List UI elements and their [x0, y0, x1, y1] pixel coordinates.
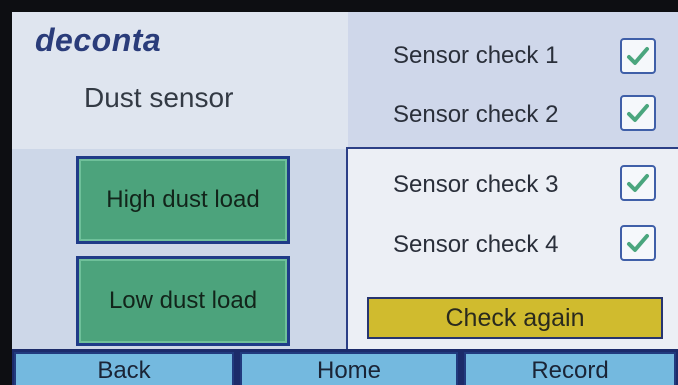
page-title: Dust sensor [84, 82, 234, 113]
check-again-button[interactable]: Check again [367, 297, 663, 339]
check-icon [627, 104, 649, 122]
sensor-check-3-checkbox[interactable] [620, 165, 656, 201]
back-button[interactable]: Back [14, 352, 234, 385]
low-dust-load-button[interactable]: Low dust load [76, 256, 290, 346]
touch-screen: deconta Dust sensor High dust load Low d… [12, 12, 678, 385]
check-icon [627, 234, 649, 252]
home-button[interactable]: Home [240, 352, 458, 385]
sensor-check-4-checkbox[interactable] [620, 225, 656, 261]
sensor-check-1-checkbox[interactable] [620, 38, 656, 74]
brand-logo: deconta [35, 22, 162, 58]
bottom-nav-bar: Back Home Record [12, 349, 678, 385]
sensor-check-2-checkbox[interactable] [620, 95, 656, 131]
high-dust-load-button[interactable]: High dust load [76, 156, 290, 244]
sensor-check-panel-top: Sensor check 1 Sensor check 2 [348, 12, 678, 149]
sensor-check-4-label: Sensor check 4 [393, 231, 559, 258]
check-icon [627, 174, 649, 192]
device-bezel: deconta Dust sensor High dust load Low d… [0, 0, 678, 385]
sensor-check-2-label: Sensor check 2 [393, 101, 559, 128]
sensor-check-1-label: Sensor check 1 [393, 42, 559, 69]
header-panel: deconta Dust sensor [12, 12, 348, 149]
record-button[interactable]: Record [464, 352, 676, 385]
sensor-check-3-label: Sensor check 3 [393, 171, 559, 198]
check-icon [627, 47, 649, 65]
